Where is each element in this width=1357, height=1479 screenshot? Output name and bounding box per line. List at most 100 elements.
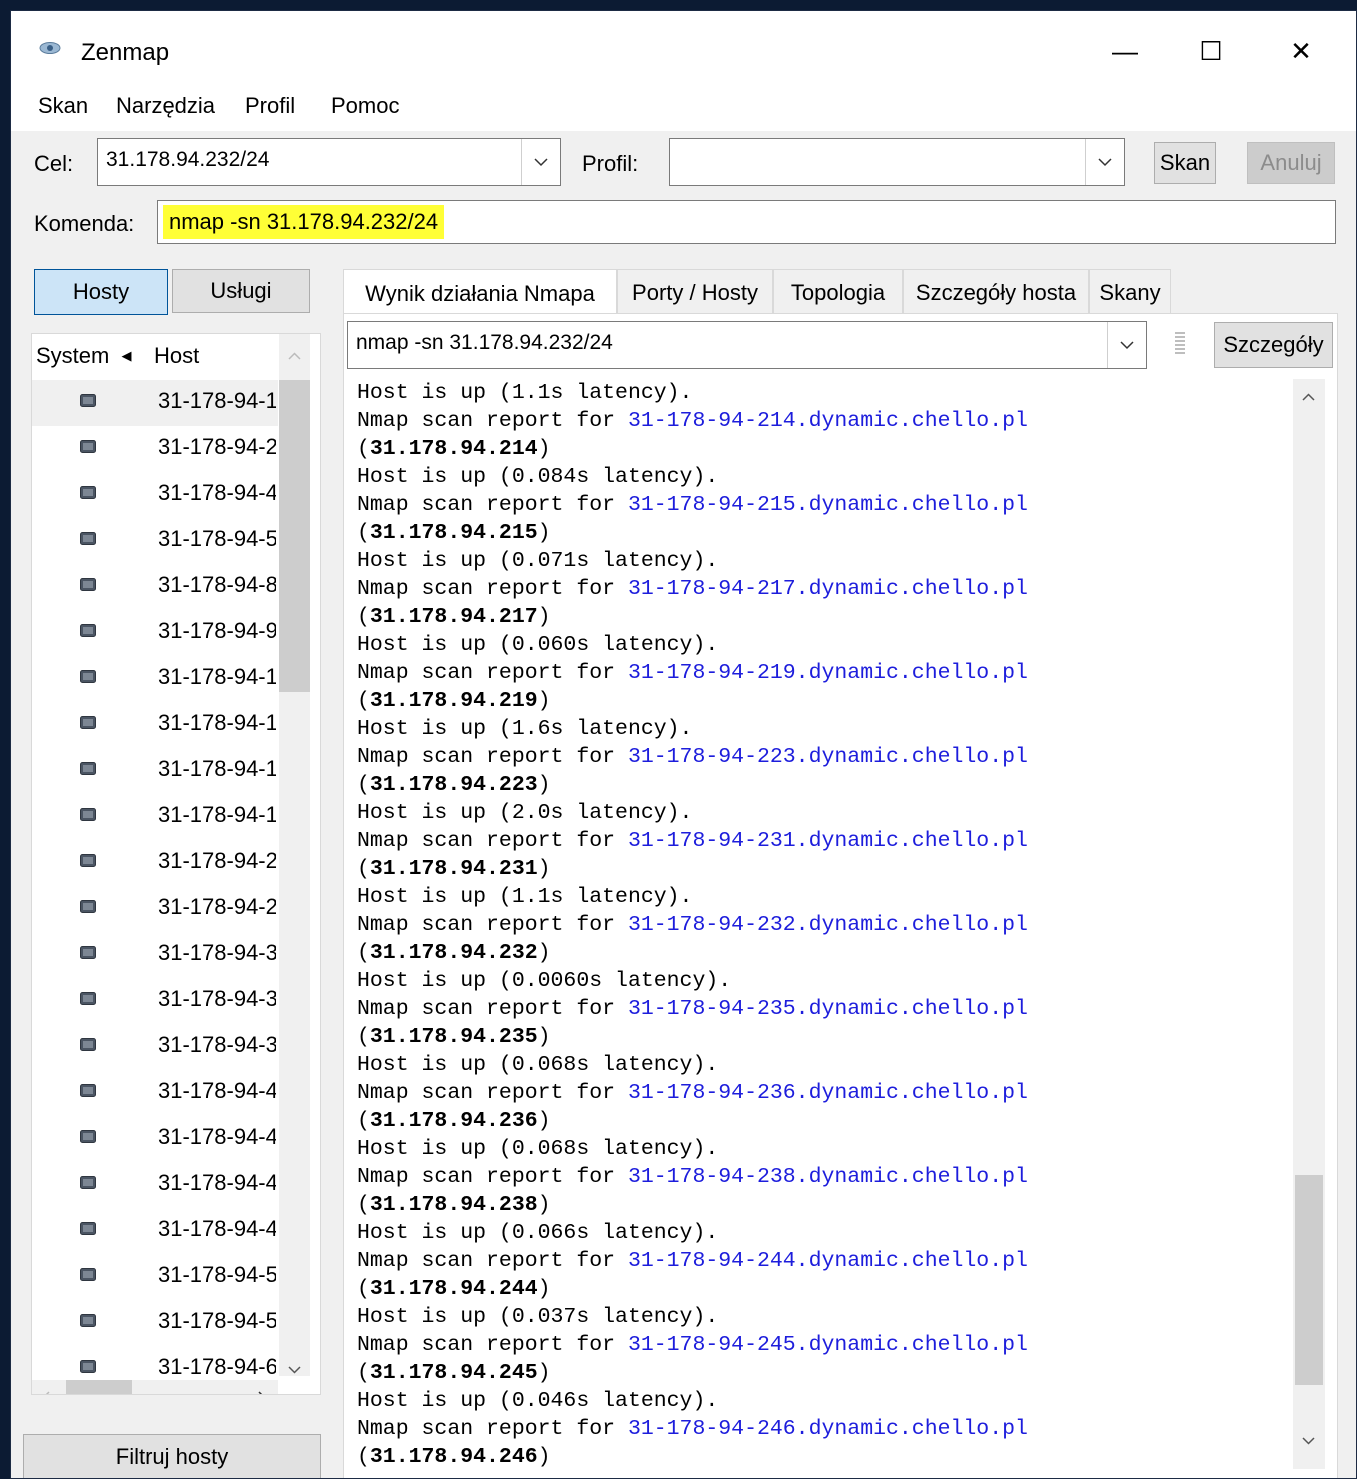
tab-host-details[interactable]: Szczegóły hosta — [903, 269, 1089, 315]
hostname-link[interactable]: 31-178-94-217.dynamic.chello.pl — [628, 577, 1028, 601]
menu-help[interactable]: Pomoc — [331, 93, 399, 119]
menu-tools[interactable]: Narzędzia — [116, 93, 215, 119]
hostname-link[interactable]: 31-178-94-232.dynamic.chello.pl — [628, 913, 1028, 937]
unknown-os-icon — [80, 532, 96, 545]
scroll-left-icon[interactable] — [42, 1391, 50, 1395]
table-row[interactable]: 31-178-94-3 — [32, 1024, 278, 1070]
profile-combo[interactable] — [669, 138, 1125, 186]
table-row[interactable]: 31-178-94-5 — [32, 518, 278, 564]
table-row[interactable]: 31-178-94-3 — [32, 932, 278, 978]
table-row[interactable]: 31-178-94-9 — [32, 610, 278, 656]
table-row[interactable]: 31-178-94-1 — [32, 656, 278, 702]
scroll-up-icon[interactable] — [288, 352, 301, 360]
filter-hosts-button[interactable]: Filtruj hosty — [23, 1434, 321, 1478]
hostname-link[interactable]: 31-178-94-231.dynamic.chello.pl — [628, 829, 1028, 853]
output-line: Host is up (0.068s latency). — [345, 1135, 1291, 1163]
column-host-label: Host — [154, 343, 200, 368]
table-row[interactable]: 31-178-94-2 — [32, 840, 278, 886]
status-text: Host is up (0.046s latency). — [357, 1389, 719, 1413]
table-row[interactable]: 31-178-94-2 — [32, 886, 278, 932]
table-row[interactable]: 31-178-94-1 — [32, 748, 278, 794]
command-input[interactable]: nmap -sn 31.178.94.232/24 — [157, 200, 1336, 244]
chevron-down-icon[interactable] — [521, 139, 560, 185]
hostname-link[interactable]: 31-178-94-219.dynamic.chello.pl — [628, 661, 1028, 685]
host-list-vscroll-thumb[interactable] — [279, 380, 310, 692]
table-row[interactable]: 31-178-94-2 — [32, 426, 278, 472]
hostname-link[interactable]: 31-178-94-215.dynamic.chello.pl — [628, 493, 1028, 517]
hostname-link[interactable]: 31-178-94-235.dynamic.chello.pl — [628, 997, 1028, 1021]
host-name: 31-178-94-9 — [158, 618, 276, 643]
close-button[interactable]: ✕ — [1255, 11, 1347, 91]
output-line: Nmap scan report for 31-178-94-235.dynam… — [345, 995, 1291, 1023]
hosts-button[interactable]: Hosty — [34, 269, 168, 315]
scan-button[interactable]: Skan — [1154, 142, 1216, 184]
menu-profile[interactable]: Profil — [245, 93, 295, 119]
hostname-link[interactable]: 31-178-94-245.dynamic.chello.pl — [628, 1333, 1028, 1357]
hostname-link[interactable]: 31-178-94-214.dynamic.chello.pl — [628, 409, 1028, 433]
table-row[interactable]: 31-178-94-4 — [32, 1162, 278, 1208]
unknown-os-icon — [80, 808, 96, 821]
host-list-vscroll[interactable] — [279, 334, 310, 1376]
status-text: Host is up (1.1s latency). — [357, 381, 693, 405]
unknown-os-icon — [80, 1176, 96, 1189]
status-text: Host is up (0.084s latency). — [357, 465, 719, 489]
minimize-button[interactable]: — — [1079, 11, 1171, 91]
nmap-output[interactable]: Host is up (1.1s latency). Nmap scan repo… — [345, 379, 1291, 1469]
scan-select[interactable]: nmap -sn 31.178.94.232/24 — [347, 321, 1147, 369]
table-row[interactable]: 31-178-94-3 — [32, 978, 278, 1024]
host-name: 31-178-94-4 — [158, 1216, 276, 1241]
host-name: 31-178-94-4 — [158, 480, 276, 505]
table-row[interactable]: 31-178-94-5 — [32, 1254, 278, 1300]
details-button[interactable]: Szczegóły — [1214, 322, 1333, 368]
output-line: Nmap scan report for 31-178-94-238.dynam… — [345, 1163, 1291, 1191]
menu-scan[interactable]: Skan — [38, 93, 88, 119]
output-line: (31.178.94.236) — [357, 1109, 551, 1133]
host-list-hscroll-thumb[interactable] — [66, 1380, 132, 1394]
column-host[interactable]: Host — [154, 334, 274, 378]
output-vscroll[interactable] — [1293, 379, 1325, 1469]
cancel-button[interactable]: Anuluj — [1247, 142, 1335, 184]
table-row[interactable]: 31-178-94-8 — [32, 564, 278, 610]
menu-bar: Skan Narzędzia Profil Pomoc — [11, 91, 1356, 131]
output-vscroll-thumb[interactable] — [1295, 1175, 1323, 1385]
column-system[interactable]: System ◀ — [36, 334, 146, 378]
host-name: 31-178-94-5 — [158, 1262, 276, 1287]
report-prefix: Nmap scan report for — [357, 409, 628, 433]
hostname-link[interactable]: 31-178-94-244.dynamic.chello.pl — [628, 1249, 1028, 1273]
hostname-link[interactable]: 31-178-94-238.dynamic.chello.pl — [628, 1165, 1028, 1189]
table-row[interactable]: 31-178-94-4 — [32, 472, 278, 518]
table-row[interactable]: 31-178-94-5 — [32, 1300, 278, 1346]
table-row[interactable]: 31-178-94-1 — [32, 380, 278, 426]
host-name: 31-178-94-5 — [158, 1308, 276, 1333]
host-name: 31-178-94-2 — [158, 434, 276, 459]
hostname-link[interactable]: 31-178-94-236.dynamic.chello.pl — [628, 1081, 1028, 1105]
scroll-right-icon[interactable] — [258, 1391, 266, 1395]
host-list-hscroll[interactable] — [32, 1380, 278, 1395]
scroll-down-icon[interactable] — [1302, 1437, 1315, 1445]
status-text: Host is up (0.060s latency). — [357, 633, 719, 657]
scroll-up-icon[interactable] — [1302, 393, 1315, 401]
chevron-down-icon[interactable] — [1085, 139, 1124, 185]
target-combo[interactable]: 31.178.94.232/24 — [97, 138, 561, 186]
ip-address: 31.178.94.238 — [369, 1193, 538, 1217]
scroll-down-icon[interactable] — [288, 1366, 301, 1374]
hostname-link[interactable]: 31-178-94-223.dynamic.chello.pl — [628, 745, 1028, 769]
output-line: (31.178.94.214) — [357, 437, 551, 461]
table-row[interactable]: 31-178-94-4 — [32, 1070, 278, 1116]
tab-nmap-output[interactable]: Wynik działania Nmapa — [343, 269, 617, 317]
maximize-button[interactable]: ☐ — [1165, 11, 1257, 91]
services-button[interactable]: Usługi — [172, 269, 310, 313]
tab-ports-hosts[interactable]: Porty / Hosty — [617, 269, 773, 315]
status-text: Host is up (1.6s latency). — [357, 717, 693, 741]
grip-icon[interactable] — [1175, 331, 1185, 357]
chevron-down-icon[interactable] — [1107, 322, 1146, 368]
table-row[interactable]: 31-178-94-4 — [32, 1116, 278, 1162]
table-row[interactable]: 31-178-94-1 — [32, 702, 278, 748]
table-row[interactable]: 31-178-94-4 — [32, 1208, 278, 1254]
tab-scans[interactable]: Skany — [1089, 269, 1171, 315]
table-row[interactable]: 31-178-94-1 — [32, 794, 278, 840]
ip-address: 31.178.94.217 — [369, 605, 538, 629]
output-line: Host is up (0.068s latency). — [345, 1051, 1291, 1079]
tab-topology[interactable]: Topologia — [773, 269, 903, 315]
hostname-link[interactable]: 31-178-94-246.dynamic.chello.pl — [628, 1417, 1028, 1441]
